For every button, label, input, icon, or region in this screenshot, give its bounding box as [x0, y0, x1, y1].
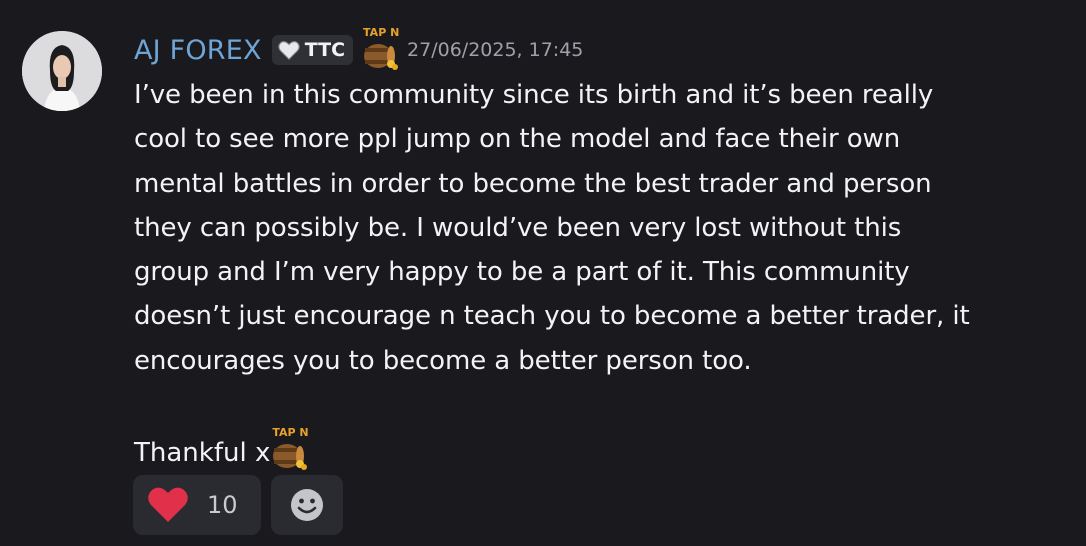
message-signoff-line: Thankful x TAP N [134, 420, 309, 470]
reaction-bar: 10 [133, 475, 343, 535]
emoji-tap-label: TAP N [363, 26, 400, 39]
message-body: I’ve been in this community since its bi… [134, 80, 970, 376]
treasure-barrel-icon [273, 444, 308, 470]
white-heart-icon [278, 41, 300, 60]
server-tag[interactable]: TTC [271, 35, 354, 65]
signoff-text: Thankful x [134, 438, 271, 468]
treasure-barrel-emoji: TAP N [270, 426, 309, 470]
chat-message: AJ FOREX TTC TAP N 27/06/2025, 17:45 I’v… [0, 0, 1086, 546]
treasure-barrel-emoji: TAP N [361, 26, 399, 70]
add-reaction-button[interactable] [271, 475, 343, 535]
heart-reaction-count: 10 [207, 491, 238, 519]
author-name[interactable]: AJ FOREX [134, 35, 262, 66]
add-reaction-smiley-icon [291, 489, 323, 521]
message-header: AJ FOREX TTC TAP N 27/06/2025, 17:45 [134, 26, 584, 70]
treasure-barrel-icon [364, 44, 399, 70]
user-avatar[interactable] [22, 31, 102, 111]
server-tag-label: TTC [304, 39, 346, 61]
message-timestamp: 27/06/2025, 17:45 [407, 39, 584, 61]
heart-reaction-button[interactable]: 10 [133, 475, 261, 535]
red-heart-icon [148, 487, 188, 522]
emoji-tap-label: TAP N [272, 426, 309, 439]
avatar-image [22, 31, 102, 111]
